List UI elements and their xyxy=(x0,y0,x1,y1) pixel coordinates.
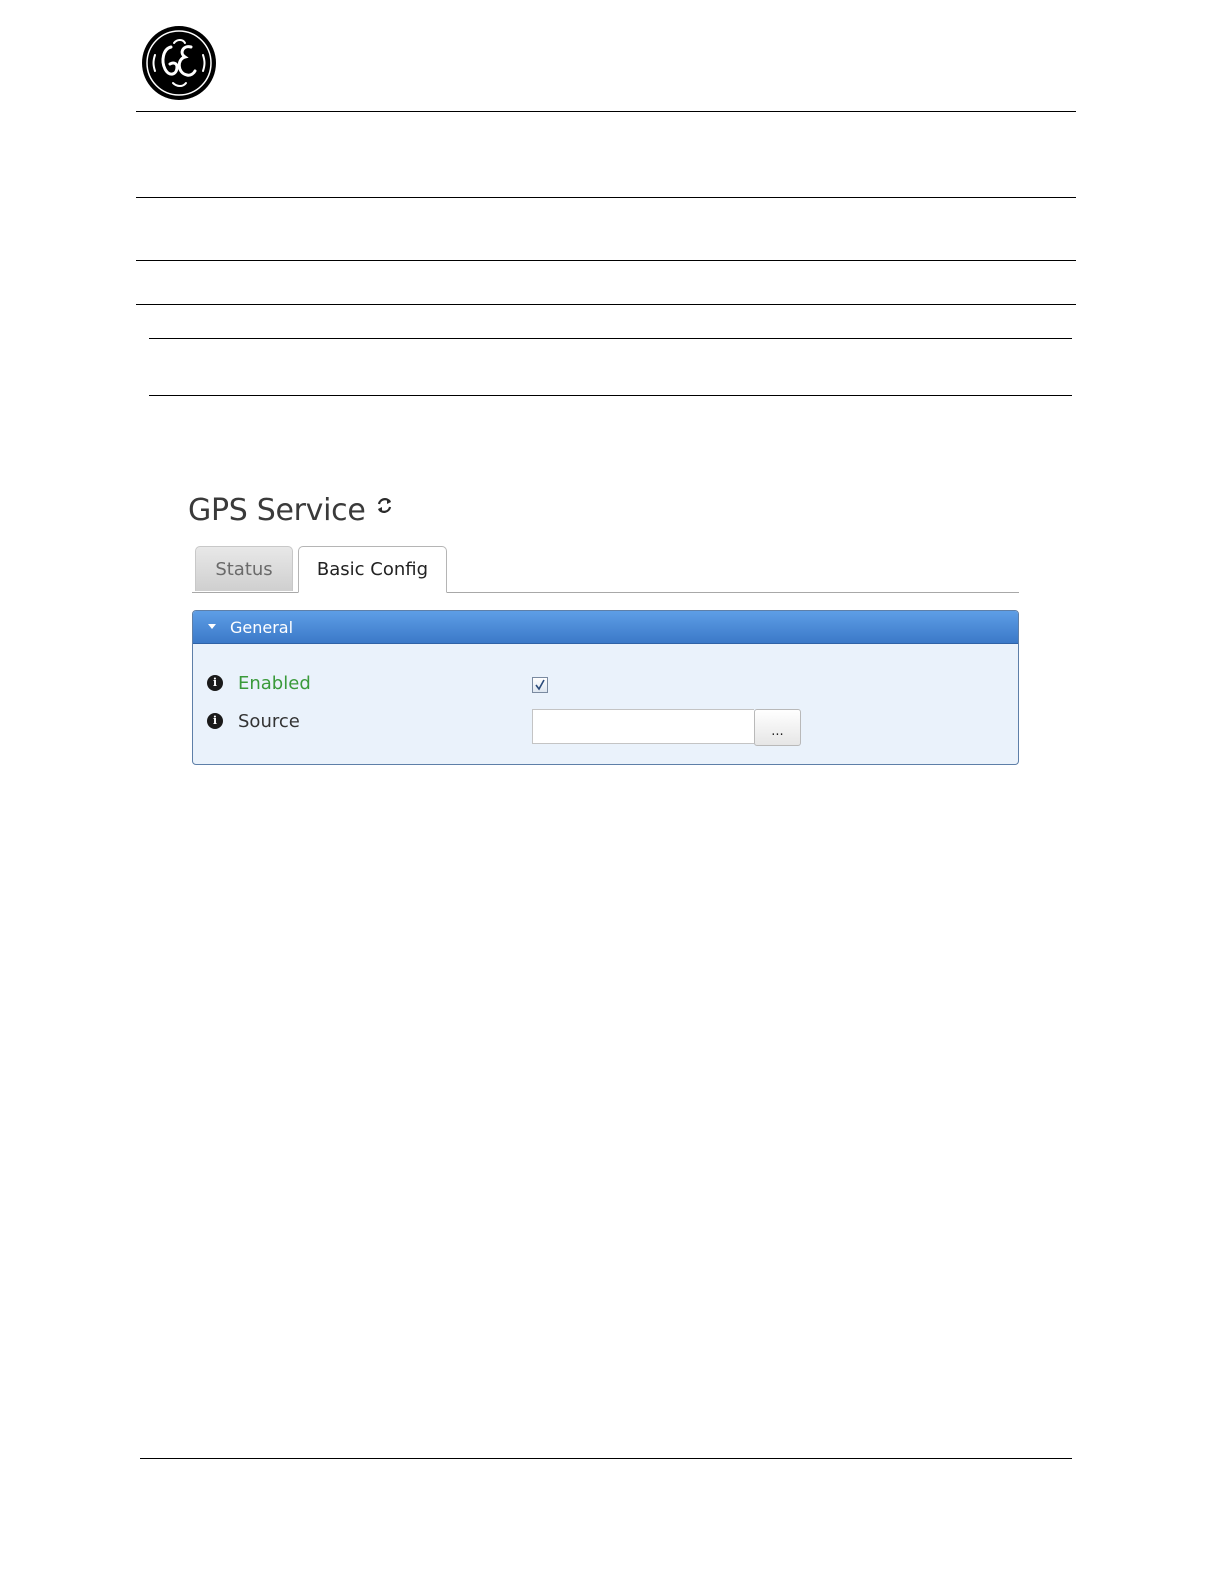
footer-divider xyxy=(140,1458,1072,1459)
general-panel-header[interactable]: General xyxy=(193,611,1018,644)
section-divider xyxy=(149,395,1072,396)
refresh-icon[interactable] xyxy=(376,497,393,514)
field-row-source: i Source ... xyxy=(193,709,1018,746)
header-divider xyxy=(136,111,1076,112)
page-title: GPS Service xyxy=(188,488,393,532)
header-divider xyxy=(136,304,1076,305)
enabled-checkbox[interactable] xyxy=(532,677,548,693)
header-divider xyxy=(136,197,1076,198)
tab-bar: Status Basic Config xyxy=(192,546,1019,593)
header-divider xyxy=(136,260,1076,261)
info-icon[interactable]: i xyxy=(207,713,223,729)
general-panel: General i Enabled i Source ... xyxy=(192,610,1019,765)
section-divider xyxy=(149,338,1072,339)
field-row-enabled: i Enabled xyxy=(193,671,1018,701)
panel-title: General xyxy=(230,617,294,637)
caret-down-icon xyxy=(208,623,216,629)
source-input[interactable] xyxy=(532,709,754,744)
info-icon[interactable]: i xyxy=(207,675,223,691)
tab-status[interactable]: Status xyxy=(195,546,293,591)
page-title-text: GPS Service xyxy=(188,492,366,528)
ge-logo-icon xyxy=(141,25,217,101)
source-label: Source xyxy=(238,711,300,732)
browse-button[interactable]: ... xyxy=(754,709,801,746)
enabled-label: Enabled xyxy=(238,673,311,694)
tab-basic-config[interactable]: Basic Config xyxy=(298,546,447,593)
